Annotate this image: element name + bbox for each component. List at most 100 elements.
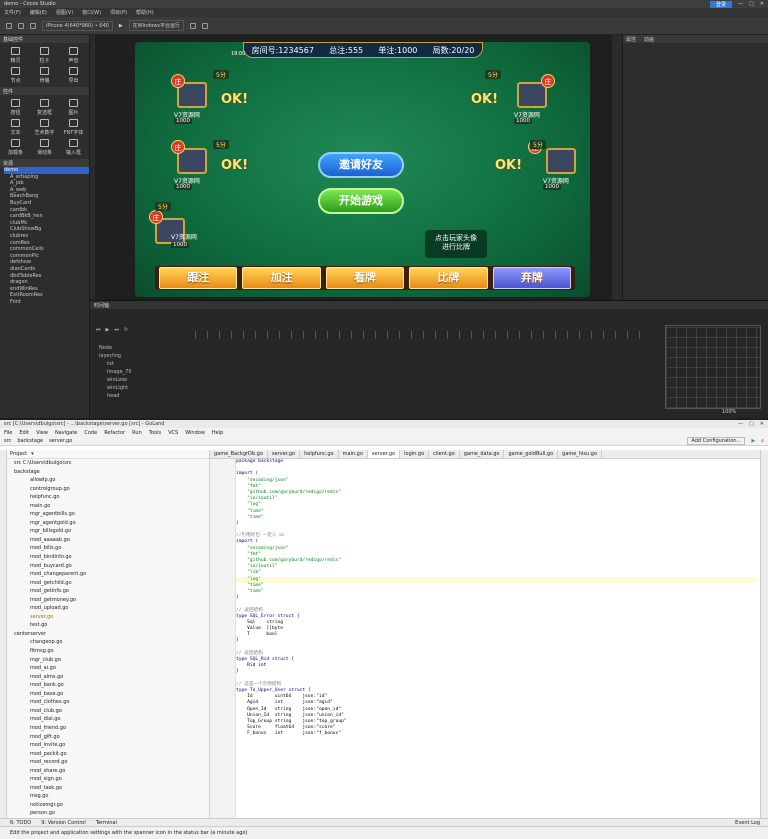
folder-backstage[interactable]: backstage (14, 468, 209, 477)
rewind-icon[interactable]: ⏮ (96, 327, 101, 333)
player-seat[interactable]: 庄V7资源网1000 (171, 140, 215, 192)
menu-item[interactable]: VCS (168, 430, 178, 436)
file-item[interactable]: mod_base.go (14, 690, 209, 699)
action-button-1[interactable]: 加注 (242, 267, 321, 289)
tree-item[interactable]: cardbk (4, 207, 89, 214)
file-item[interactable]: mod_dial.go (14, 715, 209, 724)
menu-item[interactable]: Window (185, 430, 205, 436)
save-icon[interactable] (30, 22, 36, 29)
widget-item[interactable]: 输入框 (60, 138, 87, 156)
scene-canvas[interactable]: 房间号:1234567 总注:555 单注:1000 局数:20/20 18:0… (95, 35, 612, 300)
timeline-node[interactable]: layer/ing (95, 353, 121, 360)
file-item[interactable]: mod_share.go (14, 767, 209, 776)
action-button-4[interactable]: 弃牌 (492, 267, 572, 289)
open-file-icon[interactable] (18, 22, 24, 29)
widget-item[interactable]: 文本 (2, 118, 29, 136)
run-icon[interactable]: ▶ (751, 438, 755, 444)
tree-item[interactable]: endWinRes (4, 286, 89, 293)
file-item[interactable]: person.go (14, 809, 209, 818)
file-item[interactable]: mod_record.go (14, 758, 209, 767)
tree-item[interactable]: dbdTableRes (4, 273, 89, 280)
minimize-icon[interactable]: — (738, 421, 743, 427)
editor-tab[interactable]: game_data.go (460, 450, 505, 458)
editor-tab[interactable]: server.go (367, 450, 401, 458)
editor-tab[interactable]: game_hisu.go (558, 450, 603, 458)
file-item[interactable]: main.go (14, 502, 209, 511)
new-file-icon[interactable] (6, 22, 12, 29)
minimize-icon[interactable]: — (738, 1, 743, 7)
file-item[interactable]: noticemgr.go (14, 801, 209, 810)
widget-item[interactable]: 滑动条 (31, 138, 58, 156)
editor-tab[interactable]: helpfunc.go (300, 450, 339, 458)
action-button-2[interactable]: 看牌 (325, 267, 405, 289)
settings-icon[interactable] (202, 22, 208, 29)
widget-item[interactable]: 复选框 (31, 98, 58, 116)
root-folder[interactable]: src C:\Users\dbulgo\src (14, 459, 209, 468)
editor-tab[interactable]: game_goldBull.go (504, 450, 559, 458)
timeline-node[interactable]: txt (95, 361, 114, 368)
tree-item[interactable]: ExitRoomRes (4, 292, 89, 299)
widget-item[interactable]: 精灵 (2, 46, 29, 64)
file-item[interactable]: mgr_club.go (14, 656, 209, 665)
zoom-level[interactable]: 100% (722, 409, 736, 415)
menu-item[interactable]: File (4, 430, 12, 436)
editor-tab[interactable]: main.go (339, 450, 368, 458)
widget-item[interactable]: 艺术数字 (31, 118, 58, 136)
file-item[interactable]: mod_gift.go (14, 733, 209, 742)
play-icon[interactable]: ▶ (119, 23, 123, 29)
widget-item[interactable]: 加载条 (2, 138, 29, 156)
file-item[interactable]: mod_alms.go (14, 673, 209, 682)
file-item[interactable]: mod_friend.go (14, 724, 209, 733)
tree-item[interactable]: clubres (4, 233, 89, 240)
breadcrumb-folder[interactable]: backstage (17, 438, 43, 444)
menu-item[interactable]: View (36, 430, 48, 436)
invite-friends-button[interactable]: 邀请好友 (318, 152, 404, 178)
tree-item[interactable]: dianCards (4, 266, 89, 273)
tree-item[interactable]: A_web (4, 187, 89, 194)
file-item[interactable]: allowIp.go (14, 476, 209, 485)
file-item[interactable]: mod_getinfo.go (14, 587, 209, 596)
todo-tool-button[interactable]: 6: TODO (10, 820, 31, 826)
folder-centerserver[interactable]: centerserver (14, 630, 209, 639)
tree-item[interactable]: BeachBang (4, 193, 89, 200)
tree-item[interactable]: A_erbaping (4, 174, 89, 181)
file-item[interactable]: controlgroup.go (14, 485, 209, 494)
run-config-select[interactable]: Add Configuration... (687, 437, 746, 445)
file-item[interactable]: mgr_agentgold.go (14, 519, 209, 528)
timeline-ruler[interactable] (195, 331, 645, 339)
menu-item[interactable]: 视图(V) (56, 9, 73, 16)
timeline-node[interactable]: Node (95, 345, 112, 352)
tab-timeline[interactable]: 时间轴 (94, 302, 109, 309)
timeline-node[interactable]: winLose (95, 377, 127, 384)
curve-editor-grid[interactable] (665, 325, 761, 409)
tree-item[interactable]: Font (4, 299, 89, 306)
event-log-button[interactable]: Event Log (735, 820, 768, 826)
tree-item[interactable]: dragon (4, 279, 89, 286)
forward-icon[interactable]: ⏭ (114, 327, 119, 333)
widget-item[interactable]: 粒子 (31, 46, 58, 64)
file-item[interactable]: mod_sign.go (14, 775, 209, 784)
menu-item[interactable]: Code (84, 430, 97, 436)
menu-item[interactable]: Refactor (104, 430, 125, 436)
maximize-icon[interactable]: □ (749, 1, 754, 7)
maximize-icon[interactable]: □ (749, 421, 754, 427)
widget-item[interactable]: 图片 (60, 98, 87, 116)
tree-item[interactable]: commonPic (4, 253, 89, 260)
widget-item[interactable]: 声音 (60, 46, 87, 64)
tree-item[interactable]: ClubShowBg (4, 226, 89, 233)
file-item[interactable]: mod_buycard.go (14, 562, 209, 571)
file-item[interactable]: msg.go (14, 792, 209, 801)
file-item[interactable]: changeop.go (14, 638, 209, 647)
tree-item[interactable]: defshow (4, 259, 89, 266)
tree-item[interactable]: demo (4, 167, 89, 174)
publish-icon[interactable] (190, 22, 196, 29)
menu-item[interactable]: Edit (19, 430, 29, 436)
file-item[interactable]: mod_upload.go (14, 604, 209, 613)
file-item[interactable]: mod_getchild.go (14, 579, 209, 588)
file-item[interactable]: server.go (14, 613, 209, 622)
file-item[interactable]: mod_aaaaab.go (14, 536, 209, 545)
editor-tab[interactable]: game_BackgrDb.go (210, 450, 268, 458)
tree-item[interactable]: clubMc (4, 220, 89, 227)
file-item[interactable]: mod_getmoney.go (14, 596, 209, 605)
start-game-button[interactable]: 开始游戏 (318, 188, 404, 214)
